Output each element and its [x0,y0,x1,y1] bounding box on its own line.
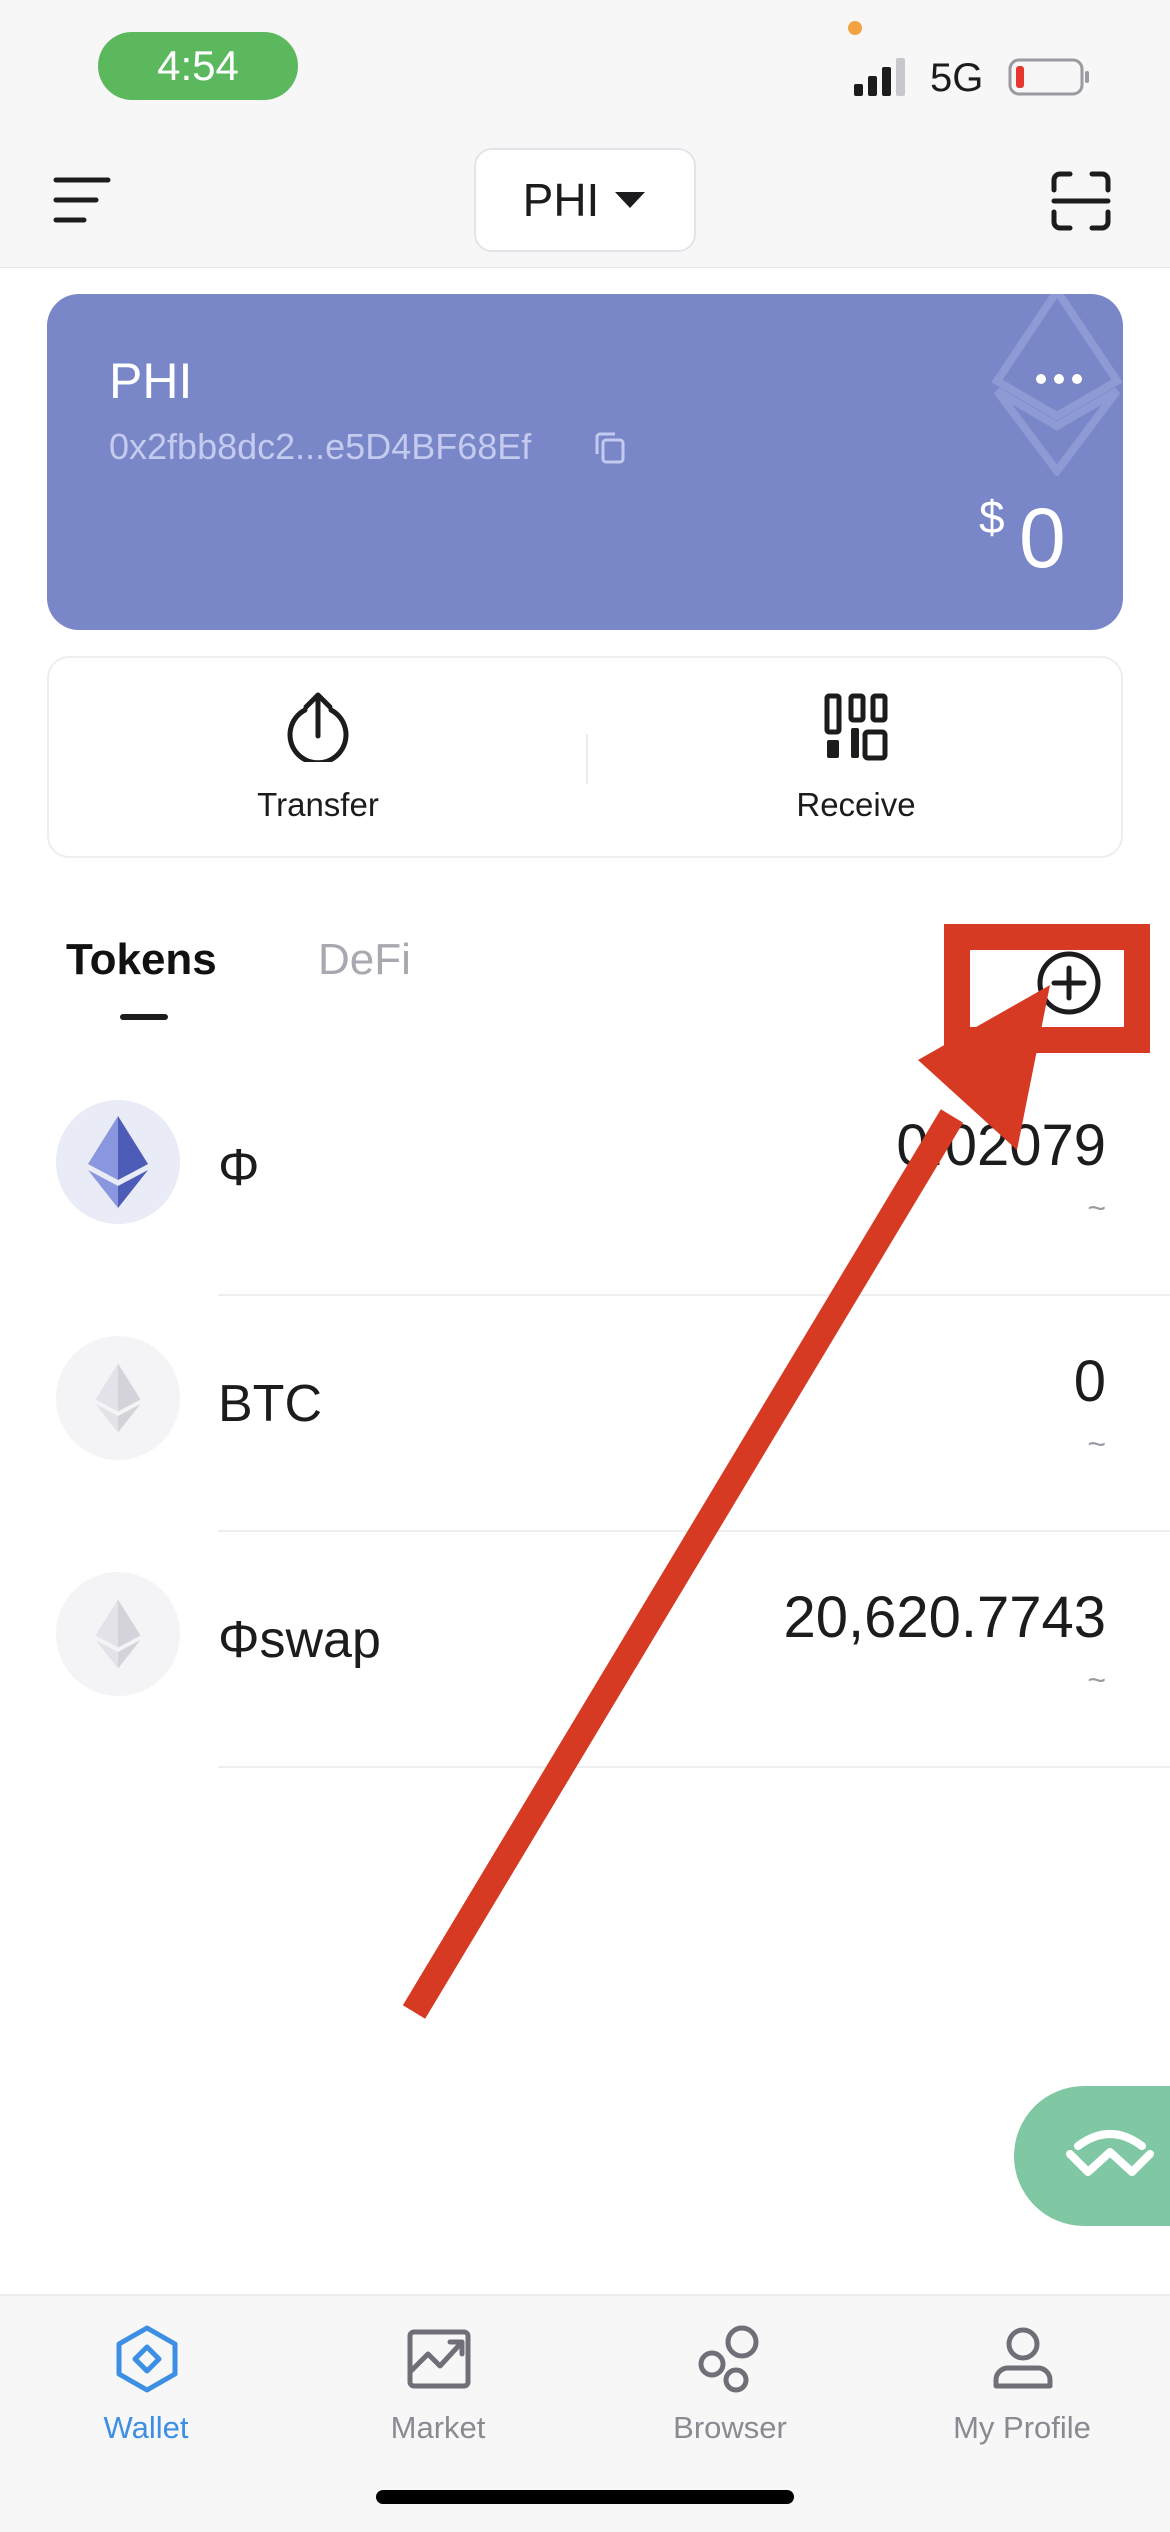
token-name: Φswap [218,1611,381,1669]
nav-profile-label: My Profile [953,2410,1091,2445]
wallet-selector[interactable]: PHI [474,148,696,252]
cellular-signal-icon [854,58,905,96]
wallet-icon [116,2325,178,2393]
nav-market[interactable]: Market [292,2296,584,2476]
balance-currency-symbol: $ [979,491,1005,543]
nav-browser-label: Browser [673,2410,787,2445]
nav-wallet[interactable]: Wallet [0,2296,292,2476]
ethereum-icon [56,1572,180,1696]
tab-defi[interactable]: DeFi [318,935,411,985]
wallet-card[interactable]: PHI 0x2fbb8dc2...e5D4BF68Ef $ 0 [47,294,1123,630]
token-fiat-value: ~ [1087,1426,1106,1462]
token-row[interactable]: Φ 0.02079 ~ [0,1060,1170,1296]
walletconnect-icon [1066,2130,1154,2176]
wallet-card-name: PHI [109,353,193,409]
receive-button[interactable]: Receive [587,658,1125,856]
nav-market-label: Market [390,2410,486,2445]
transfer-label: Transfer [257,786,379,823]
token-amount: 0.02079 [896,1113,1106,1178]
menu-icon[interactable] [50,172,114,228]
wallet-actions: Transfer Receive [47,656,1123,858]
token-name: Φ [218,1139,260,1197]
token-name: BTC [218,1375,322,1433]
nav-profile[interactable]: My Profile [876,2296,1168,2476]
active-tab-indicator [120,1014,168,1020]
qr-code-icon [824,693,888,761]
walletconnect-button[interactable] [1014,2086,1170,2226]
status-time: 4:54 [98,32,298,100]
token-row[interactable]: Φswap 20,620.7743 ~ [0,1532,1170,1768]
ethereum-icon [56,1336,180,1460]
wallet-balance: 0 [1019,491,1066,585]
nav-browser[interactable]: Browser [584,2296,876,2476]
token-amount: 0 [1073,1349,1106,1414]
wallet-selector-label: PHI [522,174,600,226]
copy-icon[interactable] [593,430,627,466]
caret-down-icon [615,192,646,208]
token-row[interactable]: BTC 0 ~ [0,1296,1170,1532]
add-token-icon[interactable] [1034,948,1104,1018]
upload-icon [287,692,349,762]
wallet-address: 0x2fbb8dc2...e5D4BF68Ef [109,426,532,467]
nav-wallet-label: Wallet [103,2410,189,2445]
token-fiat-value: ~ [1087,1662,1106,1698]
battery-icon [1008,58,1089,96]
network-type: 5G [930,56,984,100]
row-divider [218,1766,1170,1768]
market-chart-icon [407,2329,471,2389]
scan-icon[interactable] [1050,170,1112,232]
browser-bubbles-icon [698,2325,759,2393]
token-amount: 20,620.7743 [783,1585,1106,1650]
transfer-button[interactable]: Transfer [49,658,587,856]
tab-tokens[interactable]: Tokens [66,935,217,985]
more-options-icon[interactable] [1027,364,1091,394]
home-indicator [376,2490,794,2504]
profile-icon [993,2327,1053,2389]
privacy-indicator-dot [848,21,862,35]
receive-label: Receive [796,786,916,823]
token-fiat-value: ~ [1087,1190,1106,1226]
ethereum-icon [56,1100,180,1224]
